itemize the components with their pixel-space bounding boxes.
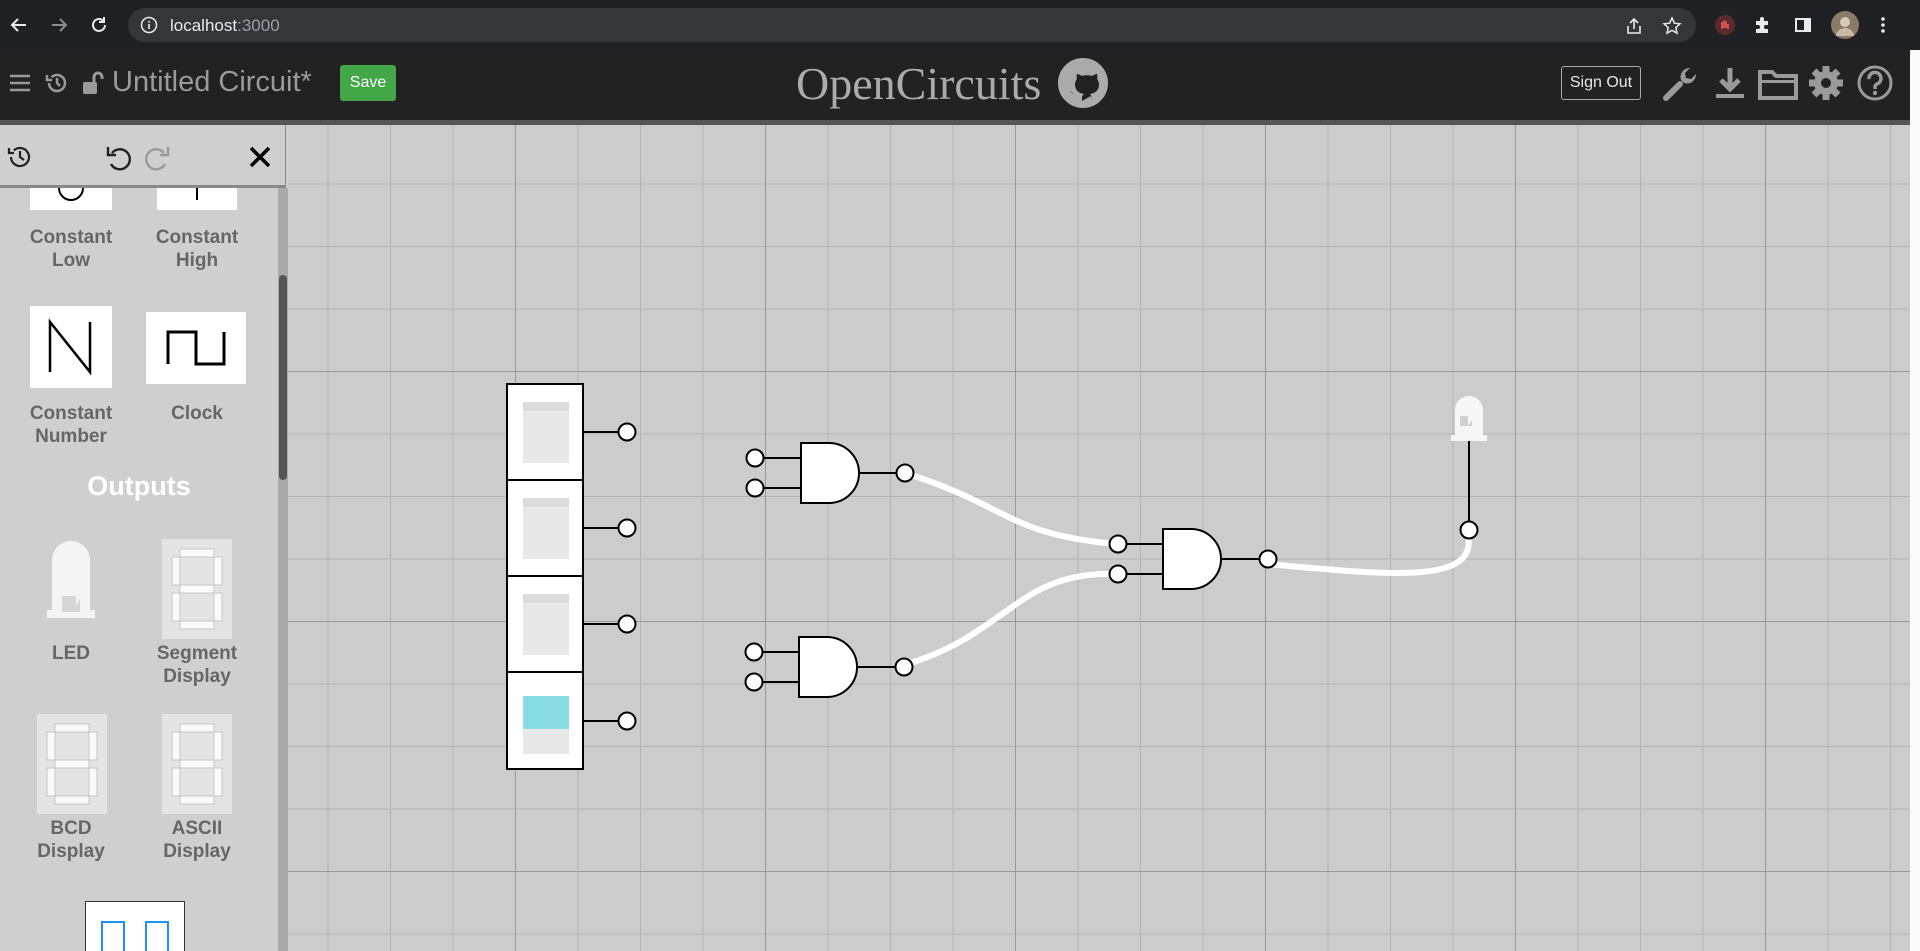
ascii-display-icon[interactable] bbox=[162, 714, 232, 814]
constant-number-item[interactable]: Constant Number bbox=[16, 402, 126, 448]
and-gate-3[interactable] bbox=[1108, 528, 1278, 590]
clock-icon[interactable] bbox=[146, 312, 246, 384]
extensions-puzzle-icon[interactable] bbox=[1752, 14, 1774, 36]
led-icon[interactable] bbox=[46, 540, 96, 624]
circuit-name-input[interactable]: Untitled Circuit* bbox=[112, 66, 312, 99]
download-icon[interactable] bbox=[1714, 66, 1746, 105]
reload-icon[interactable] bbox=[88, 14, 110, 36]
outputs-section-title: Outputs bbox=[87, 471, 191, 501]
switch-3[interactable] bbox=[506, 575, 637, 673]
switch-2[interactable] bbox=[506, 479, 637, 577]
history-icon[interactable] bbox=[6, 143, 34, 176]
and-gate-1[interactable] bbox=[745, 442, 915, 504]
url-text: localhost:3000 bbox=[170, 16, 280, 35]
constant-high-item[interactable]: Constant High bbox=[142, 226, 252, 272]
led-item[interactable]: LED bbox=[16, 642, 126, 665]
forward-icon[interactable] bbox=[48, 14, 70, 36]
side-panel-icon[interactable] bbox=[1792, 14, 1814, 36]
constant-low-icon[interactable] bbox=[30, 187, 112, 210]
tools-wrench-icon[interactable] bbox=[1660, 64, 1700, 109]
constant-low-item[interactable]: Constant Low bbox=[16, 226, 126, 272]
wire-and3-to-led[interactable] bbox=[1267, 534, 1472, 576]
and-gate-2[interactable] bbox=[744, 636, 914, 698]
bookmark-star-icon[interactable] bbox=[1662, 16, 1682, 36]
undo-icon[interactable] bbox=[104, 143, 134, 178]
unlock-icon[interactable] bbox=[80, 70, 104, 101]
history-icon[interactable] bbox=[44, 70, 70, 101]
constant-high-icon[interactable] bbox=[157, 188, 237, 210]
sidebar-scrollbar-thumb[interactable] bbox=[279, 275, 287, 480]
sign-out-button[interactable]: Sign Out bbox=[1561, 66, 1641, 100]
constant-number-icon[interactable] bbox=[30, 306, 112, 388]
segment-display-item[interactable]: Segment Display bbox=[142, 642, 252, 688]
settings-gear-icon[interactable] bbox=[1807, 64, 1845, 107]
address-bar[interactable]: localhost:3000 bbox=[128, 8, 1696, 42]
redo-icon[interactable] bbox=[142, 143, 172, 178]
save-button[interactable]: Save bbox=[340, 65, 396, 101]
bcd-display-item[interactable]: BCD Display bbox=[16, 817, 126, 863]
segment-display-icon[interactable] bbox=[162, 539, 232, 639]
browser-toolbar: localhost:3000 bbox=[0, 0, 1920, 50]
hamburger-menu-icon[interactable] bbox=[8, 71, 32, 100]
led-output[interactable] bbox=[1451, 396, 1487, 540]
share-icon[interactable] bbox=[1624, 16, 1644, 36]
circuit-canvas[interactable] bbox=[288, 125, 1910, 951]
back-icon[interactable] bbox=[8, 14, 30, 36]
wire-and1-to-and3[interactable] bbox=[904, 470, 1118, 547]
component-sidebar: Constant Low Constant High Constant Numb… bbox=[0, 125, 288, 951]
close-icon[interactable] bbox=[248, 145, 272, 174]
window-edge bbox=[1910, 50, 1920, 951]
wire-and2-to-and3[interactable] bbox=[903, 570, 1118, 668]
clock-item[interactable]: Clock bbox=[142, 402, 252, 425]
switch-array[interactable] bbox=[506, 383, 637, 770]
extension-stop-icon[interactable] bbox=[1714, 14, 1736, 36]
oscilloscope-icon[interactable] bbox=[85, 901, 185, 951]
sidebar-toolbar bbox=[0, 125, 286, 188]
ascii-display-item[interactable]: ASCII Display bbox=[142, 817, 252, 863]
site-info-icon[interactable] bbox=[140, 16, 158, 34]
app-logo: OpenCircuits bbox=[796, 58, 1042, 109]
help-icon[interactable] bbox=[1856, 64, 1894, 107]
open-folder-icon[interactable] bbox=[1758, 66, 1798, 105]
bcd-display-icon[interactable] bbox=[37, 714, 107, 814]
profile-avatar[interactable] bbox=[1830, 10, 1860, 40]
switch-4[interactable] bbox=[506, 671, 637, 770]
chrome-menu-icon[interactable] bbox=[1872, 14, 1894, 36]
github-icon[interactable] bbox=[1058, 58, 1108, 113]
circuit-diagram bbox=[506, 383, 1487, 770]
switch-1[interactable] bbox=[506, 383, 637, 481]
